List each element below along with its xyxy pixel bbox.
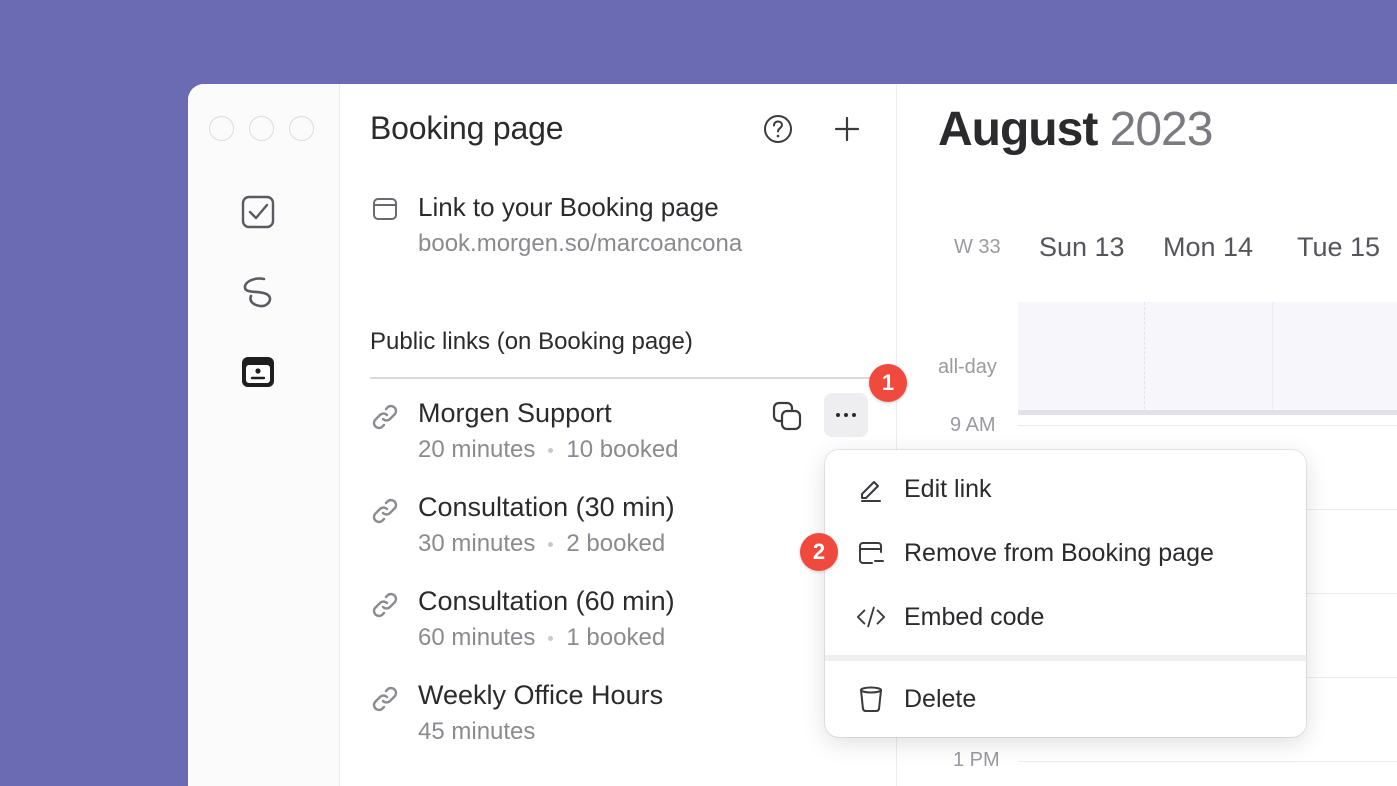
browser-window-icon <box>373 198 397 220</box>
close-window-button[interactable] <box>209 116 234 141</box>
list-item-consultation-30[interactable]: Consultation (30 min) 30 minutes 2 booked <box>370 492 870 572</box>
link-duration: 30 minutes <box>418 530 536 557</box>
menu-item-delete[interactable]: Delete <box>825 669 1306 729</box>
week-number: W 33 <box>954 236 1001 258</box>
all-day-area[interactable] <box>1018 302 1397 414</box>
menu-item-embed-code[interactable]: Embed code <box>825 587 1306 647</box>
link-booked-count: 10 booked <box>566 436 679 463</box>
plus-icon <box>834 116 860 142</box>
trash-icon <box>856 684 886 714</box>
divider <box>370 377 896 379</box>
pencil-icon <box>856 474 886 504</box>
page-title: Booking page <box>370 110 564 146</box>
booking-calendar-icon <box>242 357 274 387</box>
link-meta: 30 minutes 2 booked <box>418 530 665 558</box>
remove-window-icon <box>856 538 886 568</box>
link-meta: 60 minutes 1 booked <box>418 624 665 652</box>
booking-link-url: book.morgen.so/marcoancona <box>418 230 743 257</box>
link-name: Consultation (60 min) <box>418 586 675 616</box>
menu-item-remove-from-booking-page[interactable]: Remove from Booking page <box>825 523 1306 583</box>
help-icon <box>764 115 792 143</box>
window-controls <box>209 116 314 141</box>
calendar-month: August <box>938 103 1098 156</box>
day-header[interactable]: Mon 14 <box>1163 232 1253 263</box>
link-duration: 60 minutes <box>418 624 536 651</box>
link-booked-count: 2 booked <box>566 530 666 557</box>
link-duration: 20 minutes <box>418 436 536 463</box>
all-day-label: all-day <box>938 356 997 378</box>
more-dot <box>852 413 856 417</box>
separator-dot <box>548 448 554 454</box>
links-nav-button[interactable] <box>238 272 278 312</box>
link-booked-count: 1 booked <box>566 624 666 651</box>
link-meta: 45 minutes <box>418 718 535 746</box>
menu-item-label: Embed code <box>904 602 1045 631</box>
calendar-year: 2023 <box>1109 103 1214 156</box>
public-links-heading: Public links (on Booking page) <box>370 328 693 355</box>
separator-dot <box>548 636 554 642</box>
add-button[interactable] <box>829 111 865 147</box>
separator-dot <box>548 542 554 548</box>
link-meta: 20 minutes 10 booked <box>418 436 679 464</box>
step-badge-2: 2 <box>800 533 838 571</box>
hour-line <box>1018 425 1397 426</box>
menu-item-label: Remove from Booking page <box>904 538 1214 567</box>
link-name: Weekly Office Hours <box>418 680 664 710</box>
hour-line <box>1018 761 1397 762</box>
tasks-nav-button[interactable] <box>238 192 278 232</box>
all-day-divider <box>1018 410 1397 415</box>
help-button[interactable] <box>760 111 796 147</box>
link-icon <box>372 404 398 430</box>
minimize-window-button[interactable] <box>249 116 274 141</box>
maximize-window-button[interactable] <box>289 116 314 141</box>
copy-icon <box>772 401 802 431</box>
booking-nav-button[interactable] <box>238 352 278 392</box>
link-duration: 45 minutes <box>418 718 536 745</box>
code-icon <box>856 602 886 632</box>
menu-item-label: Edit link <box>904 474 992 503</box>
link-icon <box>372 686 398 712</box>
menu-item-label: Delete <box>904 684 977 713</box>
step-badge-1: 1 <box>869 364 907 402</box>
day-header[interactable]: Tue 15 <box>1297 232 1380 263</box>
link-options-menu: Edit link Remove from Booking page Embed… <box>825 450 1306 737</box>
menu-separator <box>825 655 1306 661</box>
checkbox-icon <box>241 195 275 229</box>
more-dot <box>844 413 848 417</box>
list-item-consultation-60[interactable]: Consultation (60 min) 60 minutes 1 booked <box>370 586 870 666</box>
link-name: Morgen Support <box>418 398 612 428</box>
icon-rail <box>188 84 340 786</box>
calendar-title: August 2023 <box>938 102 1214 157</box>
link-name: Consultation (30 min) <box>418 492 675 522</box>
link-icon <box>372 498 398 524</box>
link-loop-icon <box>243 277 272 308</box>
time-label-1pm: 1 PM <box>953 749 1000 771</box>
day-separator <box>1272 302 1273 414</box>
time-label-9am: 9 AM <box>950 414 996 436</box>
day-separator <box>1144 302 1145 414</box>
booking-panel: Booking page Link to your Booking page b… <box>341 84 897 786</box>
more-options-button[interactable] <box>824 393 868 437</box>
link-icon <box>372 592 398 618</box>
booking-link-title: Link to your Booking page <box>418 192 719 222</box>
copy-link-button[interactable] <box>768 397 806 435</box>
day-header[interactable]: Sun 13 <box>1039 232 1125 263</box>
menu-item-edit-link[interactable]: Edit link <box>825 459 1306 519</box>
more-dot <box>836 413 840 417</box>
list-item-weekly-office-hours[interactable]: Weekly Office Hours 45 minutes <box>370 680 870 760</box>
